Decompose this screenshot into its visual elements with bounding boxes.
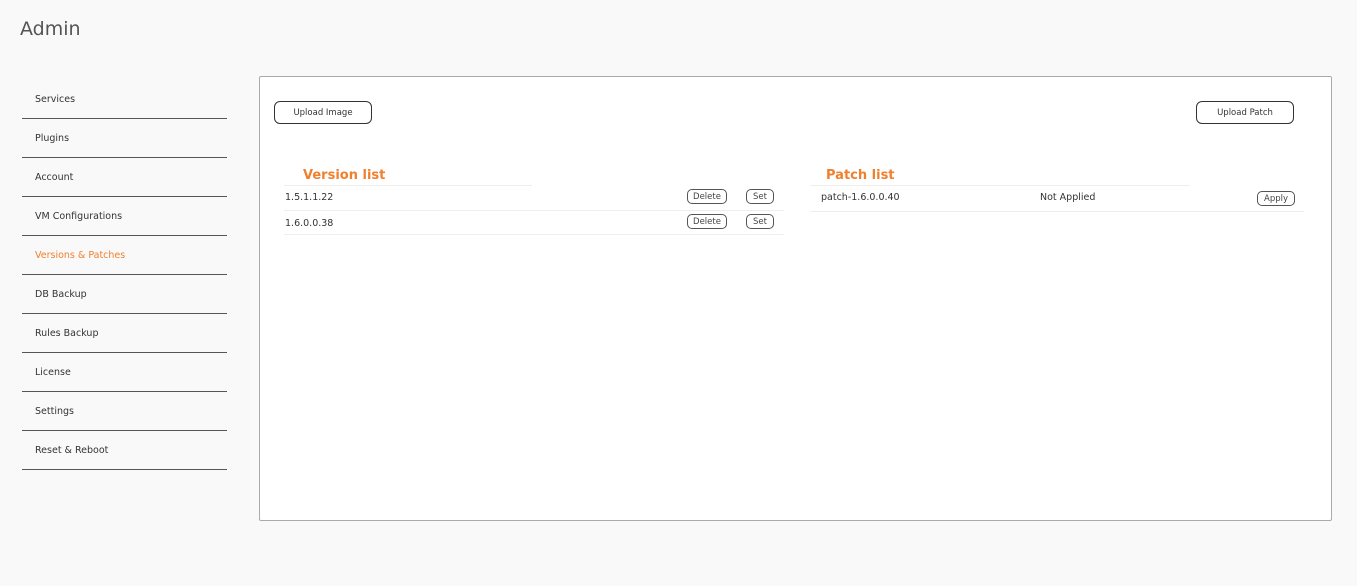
patch-list-title-divider [810,185,1190,186]
version-row-1-divider [284,210,784,211]
page-title: Admin [20,18,81,40]
version-row-2-divider [284,234,784,235]
patch-row-1-name: patch-1.6.0.0.40 [821,192,900,203]
patch-list-title: Patch list [826,168,895,183]
version-row-2-label: 1.6.0.0.38 [285,218,334,229]
sidebar-item-rules-backup[interactable]: Rules Backup [22,314,227,353]
patch-row-1-divider [810,211,1304,212]
sidebar-item-license[interactable]: License [22,353,227,392]
sidebar-item-settings[interactable]: Settings [22,392,227,431]
sidebar-item-label: Reset & Reboot [35,444,109,456]
sidebar-item-label: VM Configurations [35,210,123,222]
upload-image-button[interactable]: Upload Image [274,101,372,124]
sidebar-item-label: Account [35,171,74,183]
sidebar-item-label: License [35,366,71,378]
version-row-1-label: 1.5.1.1.22 [285,192,334,203]
upload-patch-button[interactable]: Upload Patch [1196,101,1294,124]
version-row-1-delete-button[interactable]: Delete [687,189,727,204]
sidebar-item-label: Versions & Patches [35,249,126,261]
sidebar-item-label: Plugins [35,132,70,144]
patch-row-1-apply-button[interactable]: Apply [1257,191,1295,206]
sidebar-item-db-backup[interactable]: DB Backup [22,275,227,314]
sidebar-item-label: DB Backup [35,288,87,300]
version-row-2-set-button[interactable]: Set [746,214,774,229]
versions-patches-panel: Upload Image Upload Patch Version list 1… [259,76,1332,521]
sidebar-item-label: Settings [35,405,74,417]
version-row-1-set-button[interactable]: Set [746,189,774,204]
sidebar: Services Plugins Account VM Configuratio… [22,80,227,470]
patch-row-1-status: Not Applied [1040,192,1096,203]
sidebar-item-services[interactable]: Services [22,80,227,119]
version-list-title-divider [284,185,532,186]
sidebar-item-plugins[interactable]: Plugins [22,119,227,158]
sidebar-item-account[interactable]: Account [22,158,227,197]
version-row-2-delete-button[interactable]: Delete [687,214,727,229]
sidebar-item-versions-patches[interactable]: Versions & Patches [22,236,227,275]
sidebar-item-label: Services [35,93,76,105]
sidebar-item-reset-reboot[interactable]: Reset & Reboot [22,431,227,470]
version-list-title: Version list [303,168,386,183]
sidebar-item-label: Rules Backup [35,327,99,339]
sidebar-item-vm-configurations[interactable]: VM Configurations [22,197,227,236]
